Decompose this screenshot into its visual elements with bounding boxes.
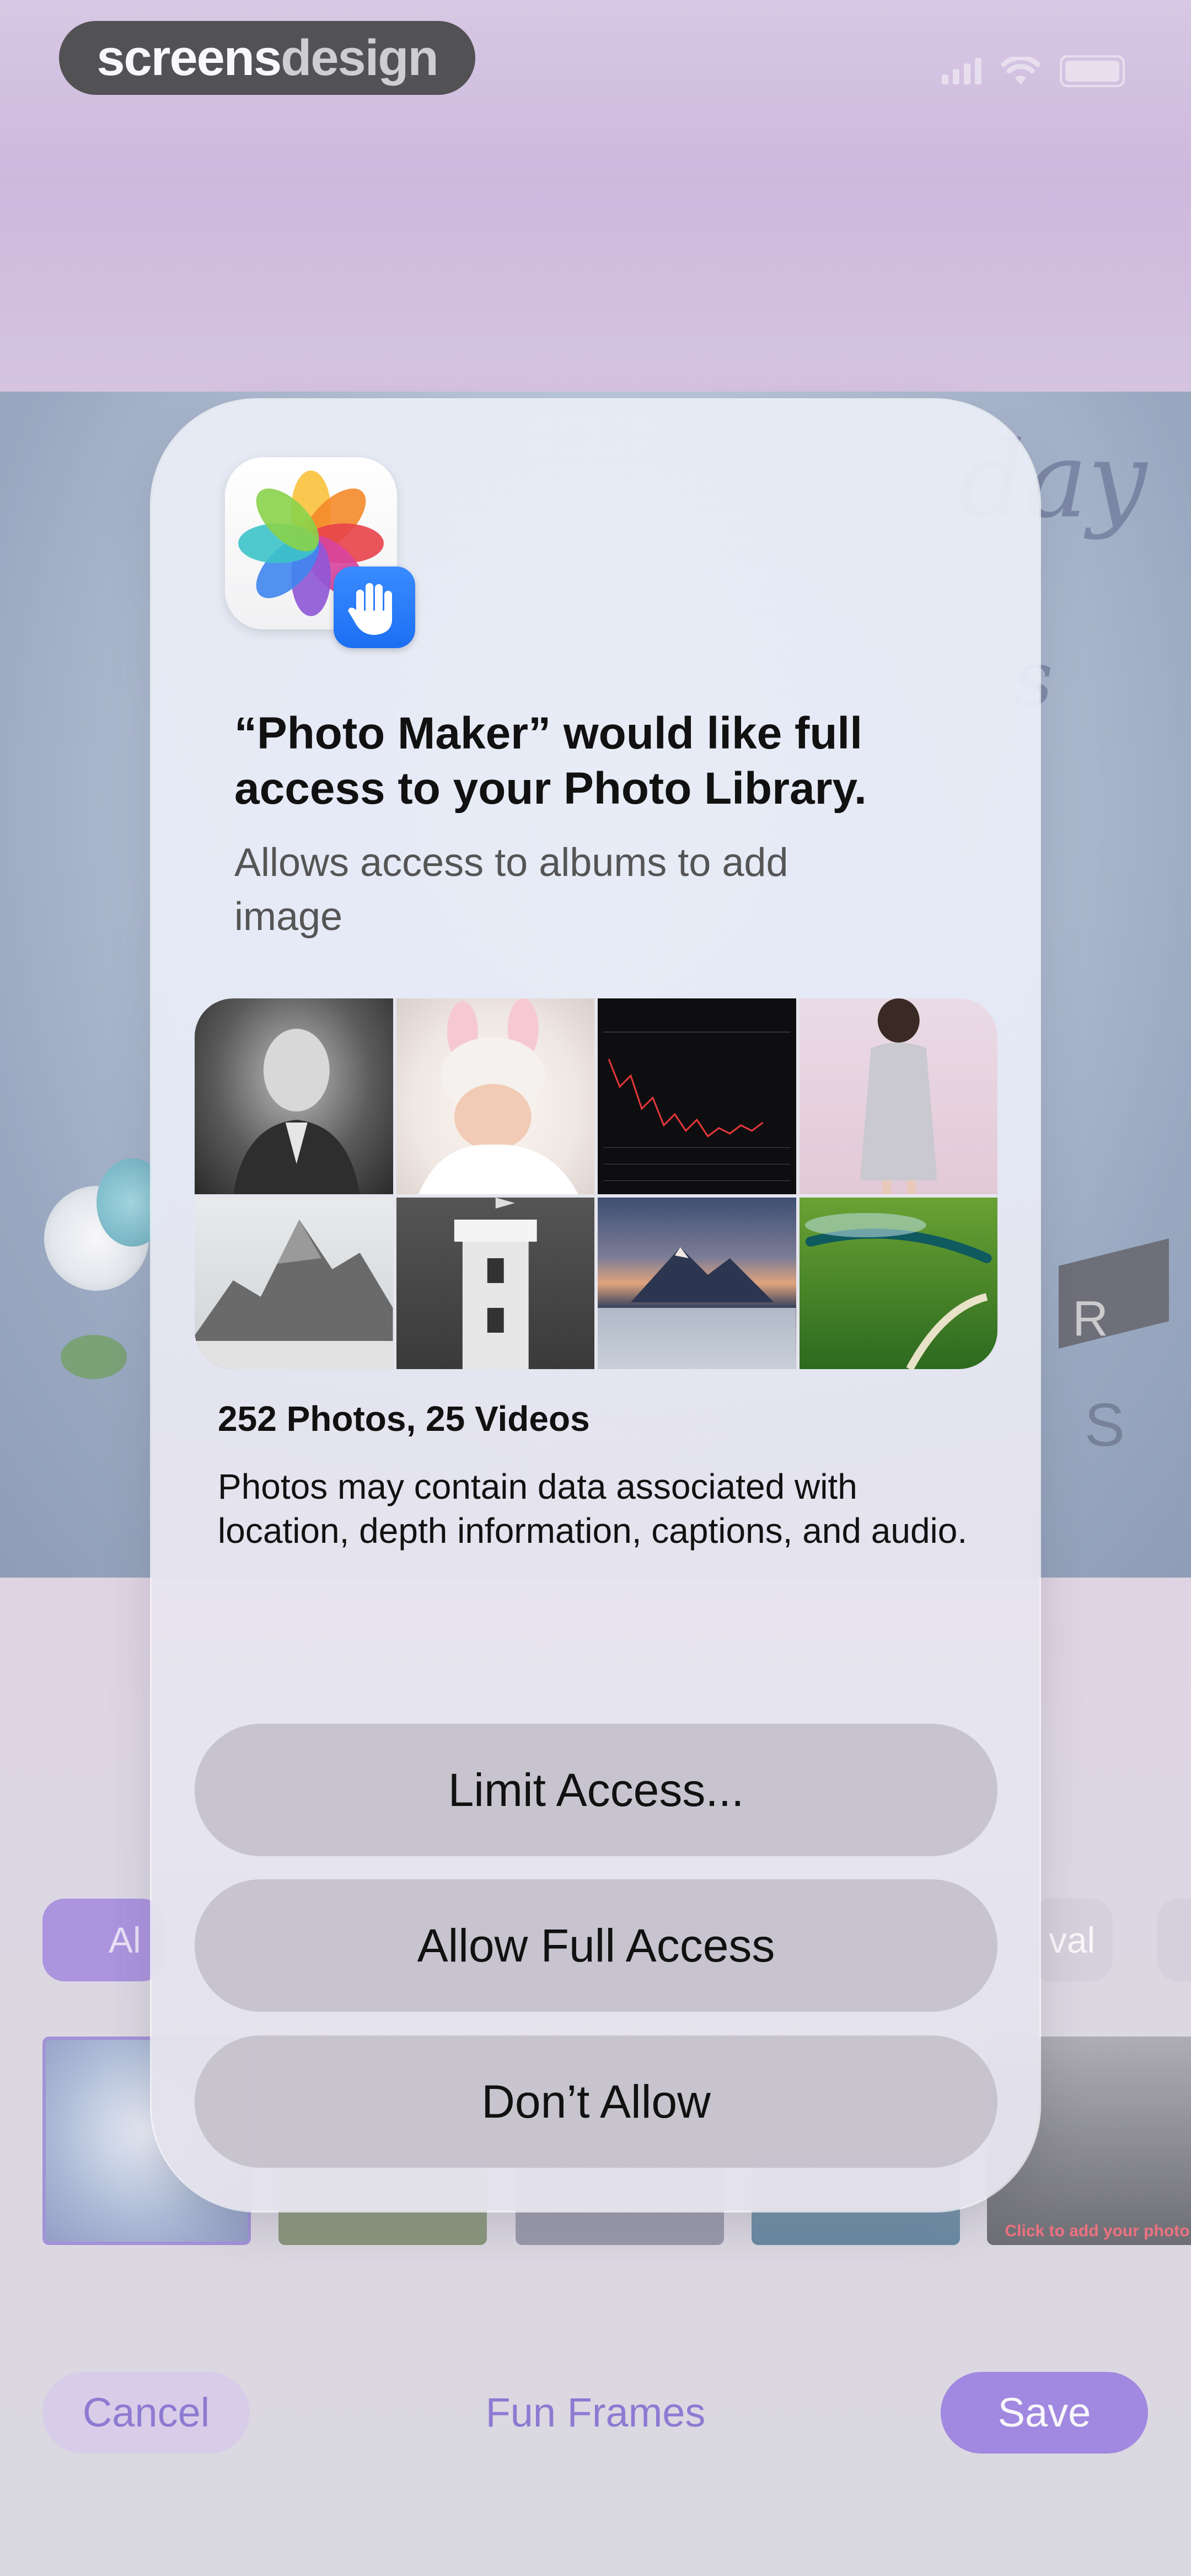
photo-thumbnail <box>598 998 796 1194</box>
privacy-disclaimer: Photos may contain data associated with … <box>218 1467 968 1551</box>
photo-permission-dialog: “Photo Maker” would like full access to … <box>152 400 1039 2211</box>
photo-thumbnail <box>195 1198 393 1369</box>
limit-access-button[interactable]: Limit Access... <box>195 1724 997 1856</box>
dialog-title: “Photo Maker” would like full access to … <box>234 708 867 814</box>
photo-thumbnail <box>799 1198 997 1369</box>
photo-thumbnail <box>799 998 997 1194</box>
hand-icon <box>334 566 415 648</box>
allow-full-access-button[interactable]: Allow Full Access <box>195 1879 997 2012</box>
dialog-subtitle: Allows access to albums to add image <box>234 841 788 939</box>
photo-count: 252 Photos, 25 Videos <box>218 1399 590 1439</box>
photo-thumbnail <box>396 998 594 1194</box>
photo-preview-grid <box>195 998 997 1369</box>
photo-thumbnail <box>598 1198 796 1369</box>
photo-thumbnail <box>396 1198 594 1369</box>
photo-thumbnail <box>195 998 393 1194</box>
dont-allow-button[interactable]: Don’t Allow <box>195 2035 997 2168</box>
